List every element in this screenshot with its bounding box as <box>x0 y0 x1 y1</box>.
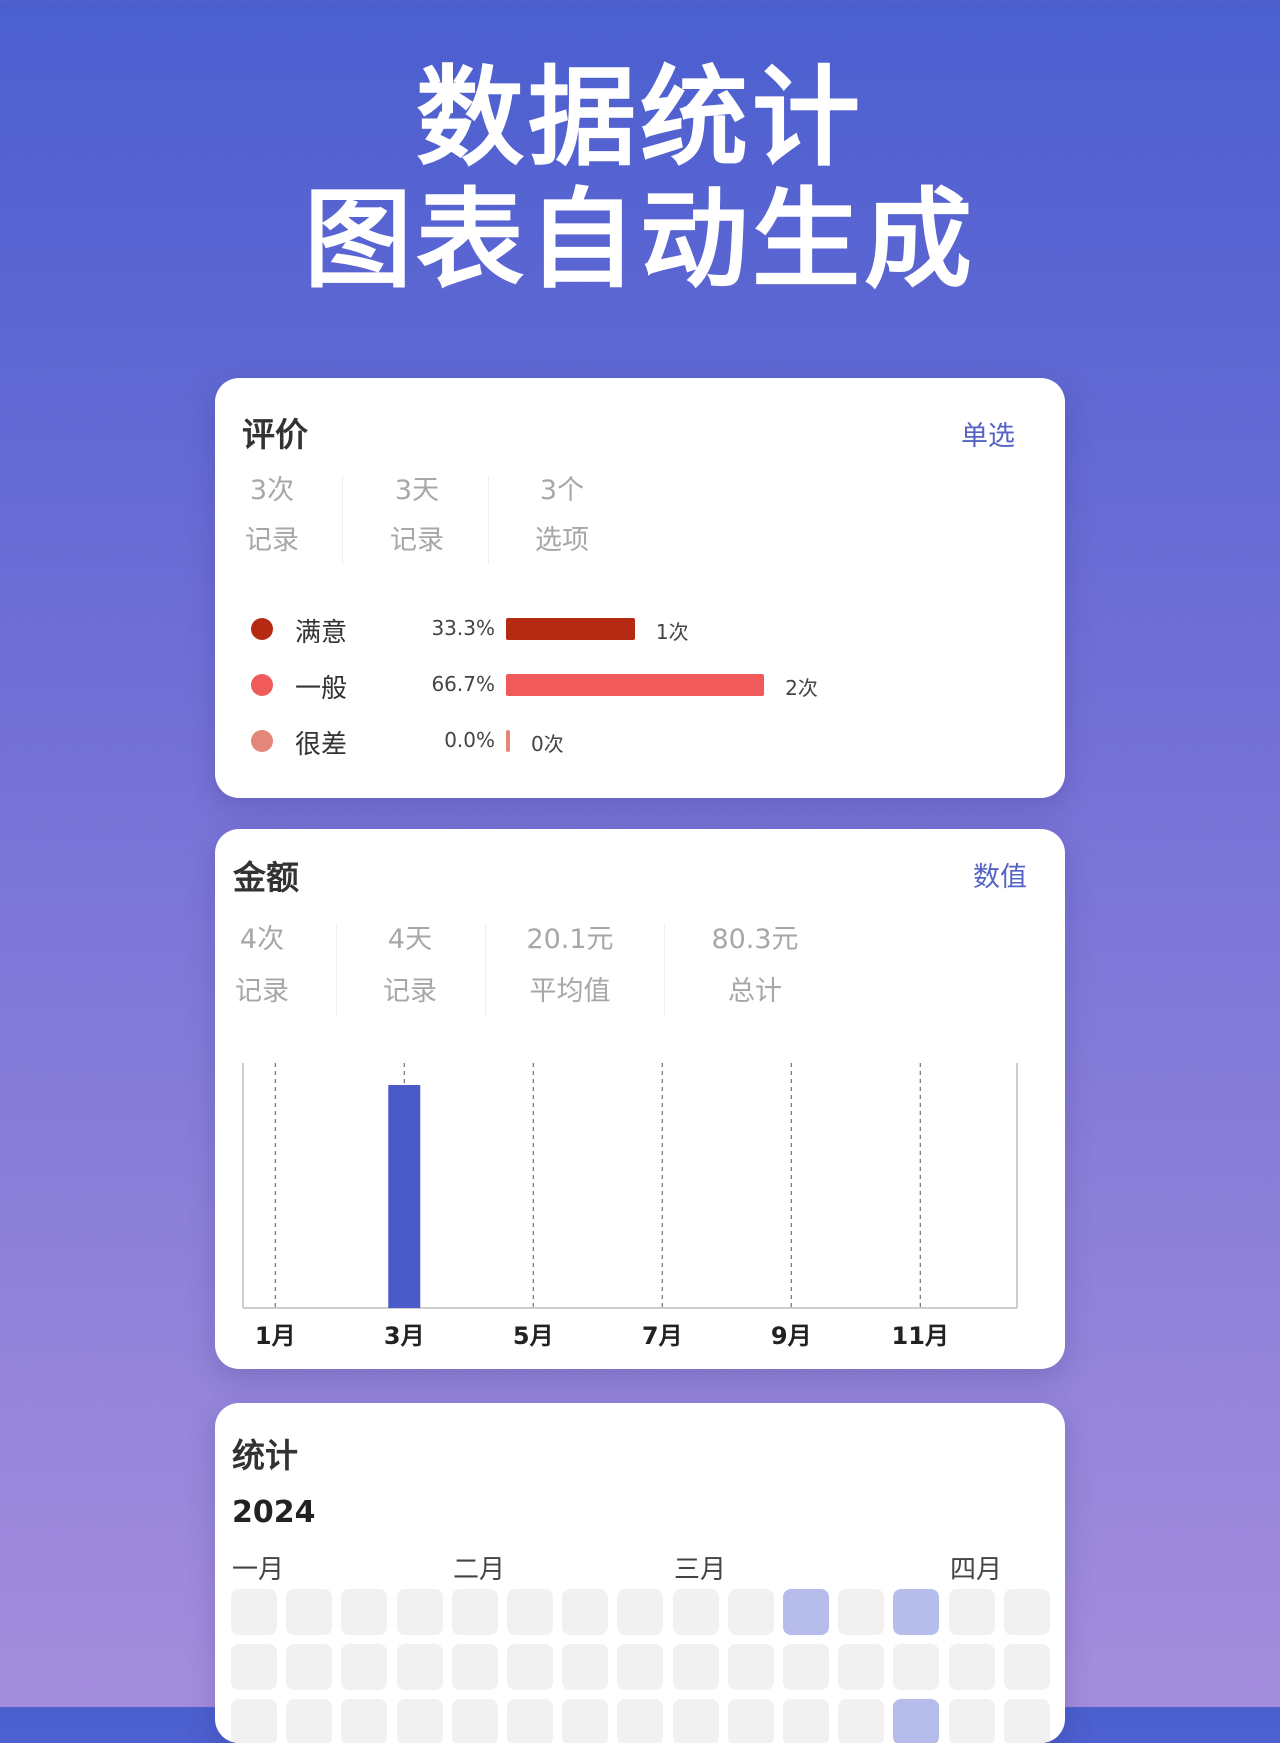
calendar-day-cell[interactable] <box>231 1589 277 1635</box>
calendar-day-cell[interactable] <box>948 1699 995 1743</box>
calendar-day-cell[interactable] <box>341 1699 388 1743</box>
calendar-day-cell[interactable] <box>396 1644 443 1690</box>
option-count: 0次 <box>531 732 564 756</box>
calendar-day-cell[interactable] <box>562 1699 609 1743</box>
calendar-year: 2024 <box>232 1495 316 1530</box>
stat-label: 记录 <box>390 525 444 556</box>
calendar-day-cell[interactable] <box>783 1644 829 1690</box>
calendar-day-cell[interactable] <box>507 1589 553 1635</box>
calendar-day-cell[interactable] <box>562 1644 609 1690</box>
calendar-day-cell[interactable] <box>783 1589 829 1635</box>
month-label: 四月 <box>950 1555 1003 1585</box>
stat-divider <box>342 476 343 564</box>
option-name: 很差 <box>295 730 348 760</box>
monthly-bar-chart: 1月 3月 5月 7月 9月 11月 <box>242 1063 1018 1350</box>
option-count: 2次 <box>785 676 818 700</box>
rating-card[interactable]: 评价 单选 3次 记录 3天 记录 3个 选项 满意 33.3% 1次一般 66.7%… <box>215 378 1065 798</box>
calendar-day-cell[interactable] <box>727 1699 774 1743</box>
calendar-day-cell[interactable] <box>838 1589 885 1635</box>
calendar-day-cell[interactable] <box>562 1589 609 1635</box>
month-label: 二月 <box>453 1555 506 1585</box>
calendar-day-cell[interactable] <box>727 1589 774 1635</box>
stat-divider <box>488 476 489 564</box>
bar <box>388 1085 421 1308</box>
calendar-day-cell[interactable] <box>838 1699 885 1743</box>
calendar-day-cell[interactable] <box>893 1589 940 1635</box>
hero-line-2: 图表自动生成 <box>303 178 976 303</box>
calendar-day-cell[interactable] <box>451 1644 498 1690</box>
amount-card[interactable]: 金额 数值 4次 记录 4天 记录 20.1元 平均值 80.3元 总计 1月 3… <box>215 829 1065 1369</box>
calendar-day-cell[interactable] <box>341 1644 388 1690</box>
option-color-dot <box>251 674 273 696</box>
option-count: 1次 <box>655 620 689 644</box>
question-type-link[interactable]: 单选 <box>961 414 1015 453</box>
calendar-day-cell[interactable] <box>396 1589 443 1635</box>
calendar-day-cell[interactable] <box>617 1644 664 1690</box>
option-color-dot <box>251 618 273 640</box>
option-percent: 33.3% <box>431 616 495 640</box>
calendar-day-cell[interactable] <box>341 1589 388 1635</box>
calendar-day-cell[interactable] <box>617 1589 664 1635</box>
option-bar <box>506 618 635 640</box>
calendar-day-cell[interactable] <box>507 1699 553 1743</box>
month-label: 三月 <box>674 1555 727 1585</box>
calendar-day-cell[interactable] <box>893 1699 940 1743</box>
calendar-day-cell[interactable] <box>672 1589 719 1635</box>
calendar-day-cell[interactable] <box>672 1699 719 1743</box>
stat-value: 3次 <box>249 475 295 506</box>
x-tick-label: 7月 <box>642 1322 683 1350</box>
x-tick-label: 3月 <box>384 1322 425 1350</box>
calendar-day-cell[interactable] <box>507 1644 553 1690</box>
stat-label: 记录 <box>245 525 299 556</box>
stat-value: 3天 <box>394 475 440 506</box>
calendar-day-cell[interactable] <box>783 1699 829 1743</box>
month-label: 一月 <box>232 1555 285 1585</box>
option-name: 一般 <box>295 674 348 704</box>
option-color-dot <box>251 730 273 752</box>
calendar-day-cell[interactable] <box>451 1699 498 1743</box>
stat-label: 选项 <box>535 525 589 556</box>
calendar-day-cell[interactable] <box>727 1644 774 1690</box>
x-tick-label: 5月 <box>513 1322 554 1350</box>
calendar-day-cell[interactable] <box>617 1699 664 1743</box>
stats-card[interactable]: 统计 2024 一月 二月 三月 四月 <box>215 1403 1065 1743</box>
x-tick-label: 11月 <box>892 1322 949 1350</box>
calendar-day-cell[interactable] <box>286 1589 333 1635</box>
calendar-day-cell[interactable] <box>1003 1589 1050 1635</box>
calendar-day-cell[interactable] <box>396 1699 443 1743</box>
card-title: 评价 <box>242 415 308 454</box>
calendar-day-cell[interactable] <box>948 1644 995 1690</box>
calendar-day-cell[interactable] <box>451 1589 498 1635</box>
option-bar <box>506 674 765 696</box>
calendar-day-cell[interactable] <box>1003 1699 1050 1743</box>
stat-value: 3个 <box>539 475 585 506</box>
option-percent: 0.0% <box>444 728 495 752</box>
calendar-day-cell[interactable] <box>672 1644 719 1690</box>
x-tick-label: 1月 <box>255 1322 296 1350</box>
card-title: 统计 <box>232 1436 298 1475</box>
calendar-day-cell[interactable] <box>838 1644 885 1690</box>
hero-title: 数据统计 图表自动生成 <box>0 58 1280 302</box>
calendar-day-cell[interactable] <box>231 1699 277 1743</box>
calendar-day-cell[interactable] <box>286 1644 333 1690</box>
x-tick-label: 9月 <box>771 1322 812 1350</box>
calendar-day-cell[interactable] <box>286 1699 333 1743</box>
calendar-day-cell[interactable] <box>231 1644 277 1690</box>
calendar-day-cell[interactable] <box>893 1644 940 1690</box>
calendar-day-cell[interactable] <box>948 1589 995 1635</box>
option-bar <box>506 730 510 752</box>
option-name: 满意 <box>295 618 348 648</box>
calendar-day-cell[interactable] <box>1003 1644 1050 1690</box>
hero-line-1: 数据统计 <box>415 56 864 181</box>
option-percent: 66.7% <box>431 672 495 696</box>
